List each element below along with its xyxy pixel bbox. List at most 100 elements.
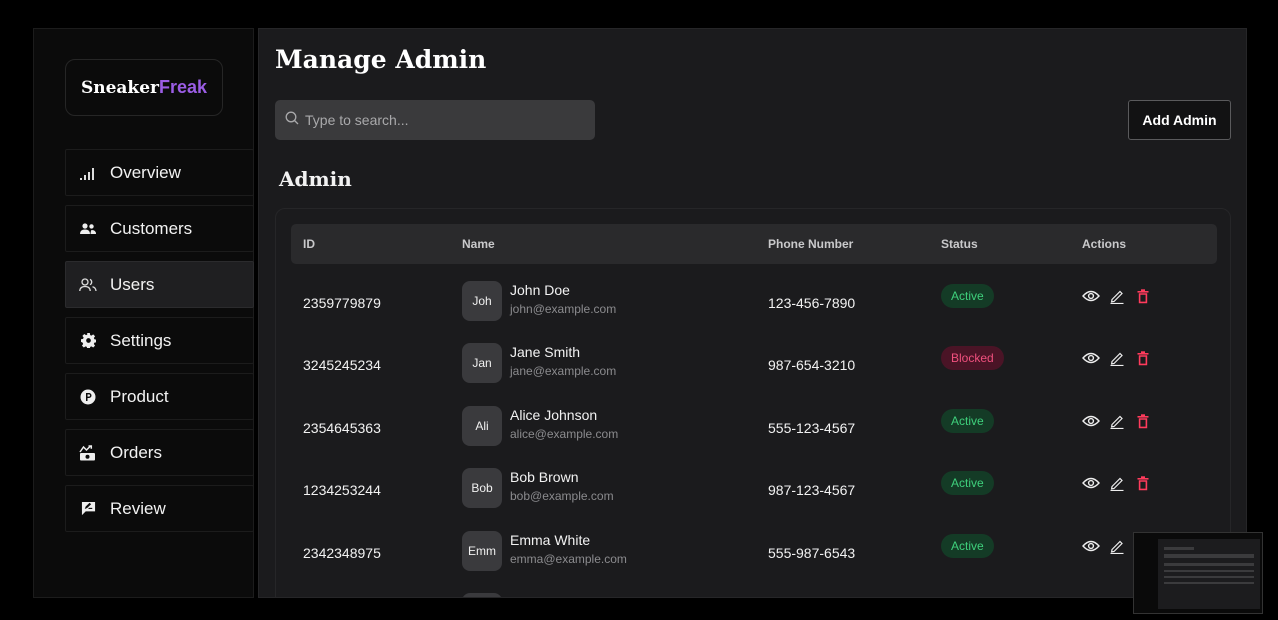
table-row[interactable]: 1234253244 Bob Bob Brown bob@example.com 987… (291, 458, 1217, 520)
avatar-initials: Joh (472, 294, 492, 308)
table-row[interactable]: 2359779879 Joh John Doe john@example.com 123… (291, 271, 1217, 333)
table-header: ID Name Phone Number Status Actions (291, 224, 1217, 264)
view-icon[interactable] (1082, 412, 1100, 430)
sidebar-item-label: Settings (110, 330, 172, 350)
sidebar-item-label: Orders (110, 442, 162, 462)
cell-phone: 555-123-4567 (768, 420, 856, 436)
cell-phone: 987-654-3210 (768, 357, 856, 373)
brand-logo[interactable]: Sneaker Freak (65, 59, 223, 116)
status-badge: Blocked (941, 346, 1004, 370)
column-header-actions: Actions (1082, 237, 1127, 251)
delete-icon[interactable] (1134, 474, 1152, 492)
avatar: Ali (462, 406, 502, 446)
cell-id: 2359779879 (303, 295, 381, 311)
review-icon (78, 499, 98, 519)
cell-email: john@example.com (510, 302, 617, 316)
sidebar: Sneaker Freak Overview Customers Users Se… (33, 28, 254, 598)
cell-id: 2354645363 (303, 420, 381, 436)
people-icon (78, 219, 98, 239)
view-icon[interactable] (1082, 474, 1100, 492)
view-icon[interactable] (1082, 537, 1100, 555)
search-input[interactable] (305, 112, 575, 128)
edit-icon[interactable] (1108, 287, 1126, 305)
table-row[interactable]: 2354645363 Ali Alice Johnson alice@example.… (291, 396, 1217, 458)
edit-icon[interactable] (1108, 349, 1126, 367)
cell-phone: 123-456-7890 (768, 295, 856, 311)
add-admin-button[interactable]: Add Admin (1128, 100, 1231, 140)
sidebar-item-settings[interactable]: Settings (65, 317, 254, 364)
avatar: Bob (462, 468, 502, 508)
sidebar-item-review[interactable]: Review (65, 485, 254, 532)
brand-name-part1: Sneaker (80, 77, 159, 98)
cell-id: 1234253244 (303, 482, 381, 498)
product-icon (78, 387, 98, 407)
row-actions (1082, 287, 1160, 305)
avatar-initials: Ali (475, 419, 489, 433)
avatar: Jan (462, 343, 502, 383)
sidebar-item-customers[interactable]: Customers (65, 205, 254, 252)
cell-email: jane@example.com (510, 364, 617, 378)
cell-name: John Doe (510, 282, 570, 298)
table-row[interactable]: 3245245234 Jan Jane Smith jane@example.com 9… (291, 333, 1217, 395)
delete-icon[interactable] (1134, 349, 1152, 367)
avatar-initials: Bob (471, 481, 493, 495)
view-icon[interactable] (1082, 349, 1100, 367)
cell-id: 3245245234 (303, 357, 381, 373)
status-badge: Active (941, 284, 994, 308)
section-title: Admin (279, 167, 352, 191)
column-header-status[interactable]: Status (941, 237, 978, 251)
edit-icon[interactable] (1108, 474, 1126, 492)
edit-icon[interactable] (1108, 537, 1126, 555)
table-row[interactable]: 2342348975 Emm Emma White emma@example.com 5… (291, 521, 1217, 583)
sidebar-item-product[interactable]: Product (65, 373, 254, 420)
cell-name: Michael Davis (510, 594, 597, 597)
sidebar-item-label: Review (110, 498, 166, 518)
sidebar-item-users[interactable]: Users (65, 261, 254, 308)
search-icon (285, 111, 299, 130)
delete-icon[interactable] (1134, 412, 1152, 430)
delete-icon[interactable] (1134, 287, 1152, 305)
avatar-initials: Emm (468, 544, 496, 558)
page-title: Manage Admin (275, 45, 487, 74)
cell-phone: 555-987-6543 (768, 545, 856, 561)
cell-name: Emma White (510, 532, 591, 548)
admin-table: ID Name Phone Number Status Actions 2359… (275, 208, 1231, 597)
avatar (462, 593, 502, 597)
cell-id: 2342348975 (303, 545, 381, 561)
column-header-phone[interactable]: Phone Number (768, 237, 853, 251)
users-icon (78, 275, 98, 295)
gear-icon (78, 331, 98, 351)
search-box[interactable] (275, 100, 595, 140)
sidebar-item-orders[interactable]: Orders (65, 429, 254, 476)
main-panel: Manage Admin Add Admin Admin ID Name Pho… (258, 28, 1247, 598)
cell-phone: 987-123-4567 (768, 482, 856, 498)
sidebar-item-label: Users (110, 274, 155, 294)
avatar: Joh (462, 281, 502, 321)
sidebar-item-overview[interactable]: Overview (65, 149, 254, 196)
column-header-name[interactable]: Name (462, 237, 495, 251)
sidebar-item-label: Customers (110, 218, 193, 238)
status-badge: Active (941, 409, 994, 433)
view-icon[interactable] (1082, 287, 1100, 305)
cell-name: Bob Brown (510, 469, 579, 485)
cell-name: Alice Johnson (510, 407, 598, 423)
signal-icon (78, 163, 98, 183)
orders-icon (78, 443, 98, 463)
cell-email: emma@example.com (510, 552, 627, 566)
cell-name: Jane Smith (510, 344, 581, 360)
column-header-id[interactable]: ID (303, 237, 315, 251)
avatar-initials: Jan (472, 356, 492, 370)
sidebar-item-label: Product (110, 386, 169, 406)
row-actions (1082, 412, 1160, 430)
status-badge: Active (941, 534, 994, 558)
sidebar-item-label: Overview (110, 162, 181, 182)
row-actions (1082, 474, 1160, 492)
row-actions (1082, 349, 1160, 367)
cell-email: bob@example.com (510, 489, 614, 503)
minimap-preview[interactable] (1133, 532, 1263, 614)
edit-icon[interactable] (1108, 412, 1126, 430)
brand-name-part2: Freak (158, 77, 208, 97)
status-badge: Active (941, 471, 994, 495)
cell-email: alice@example.com (510, 427, 619, 441)
table-row[interactable]: Michael Davis (291, 583, 1217, 597)
